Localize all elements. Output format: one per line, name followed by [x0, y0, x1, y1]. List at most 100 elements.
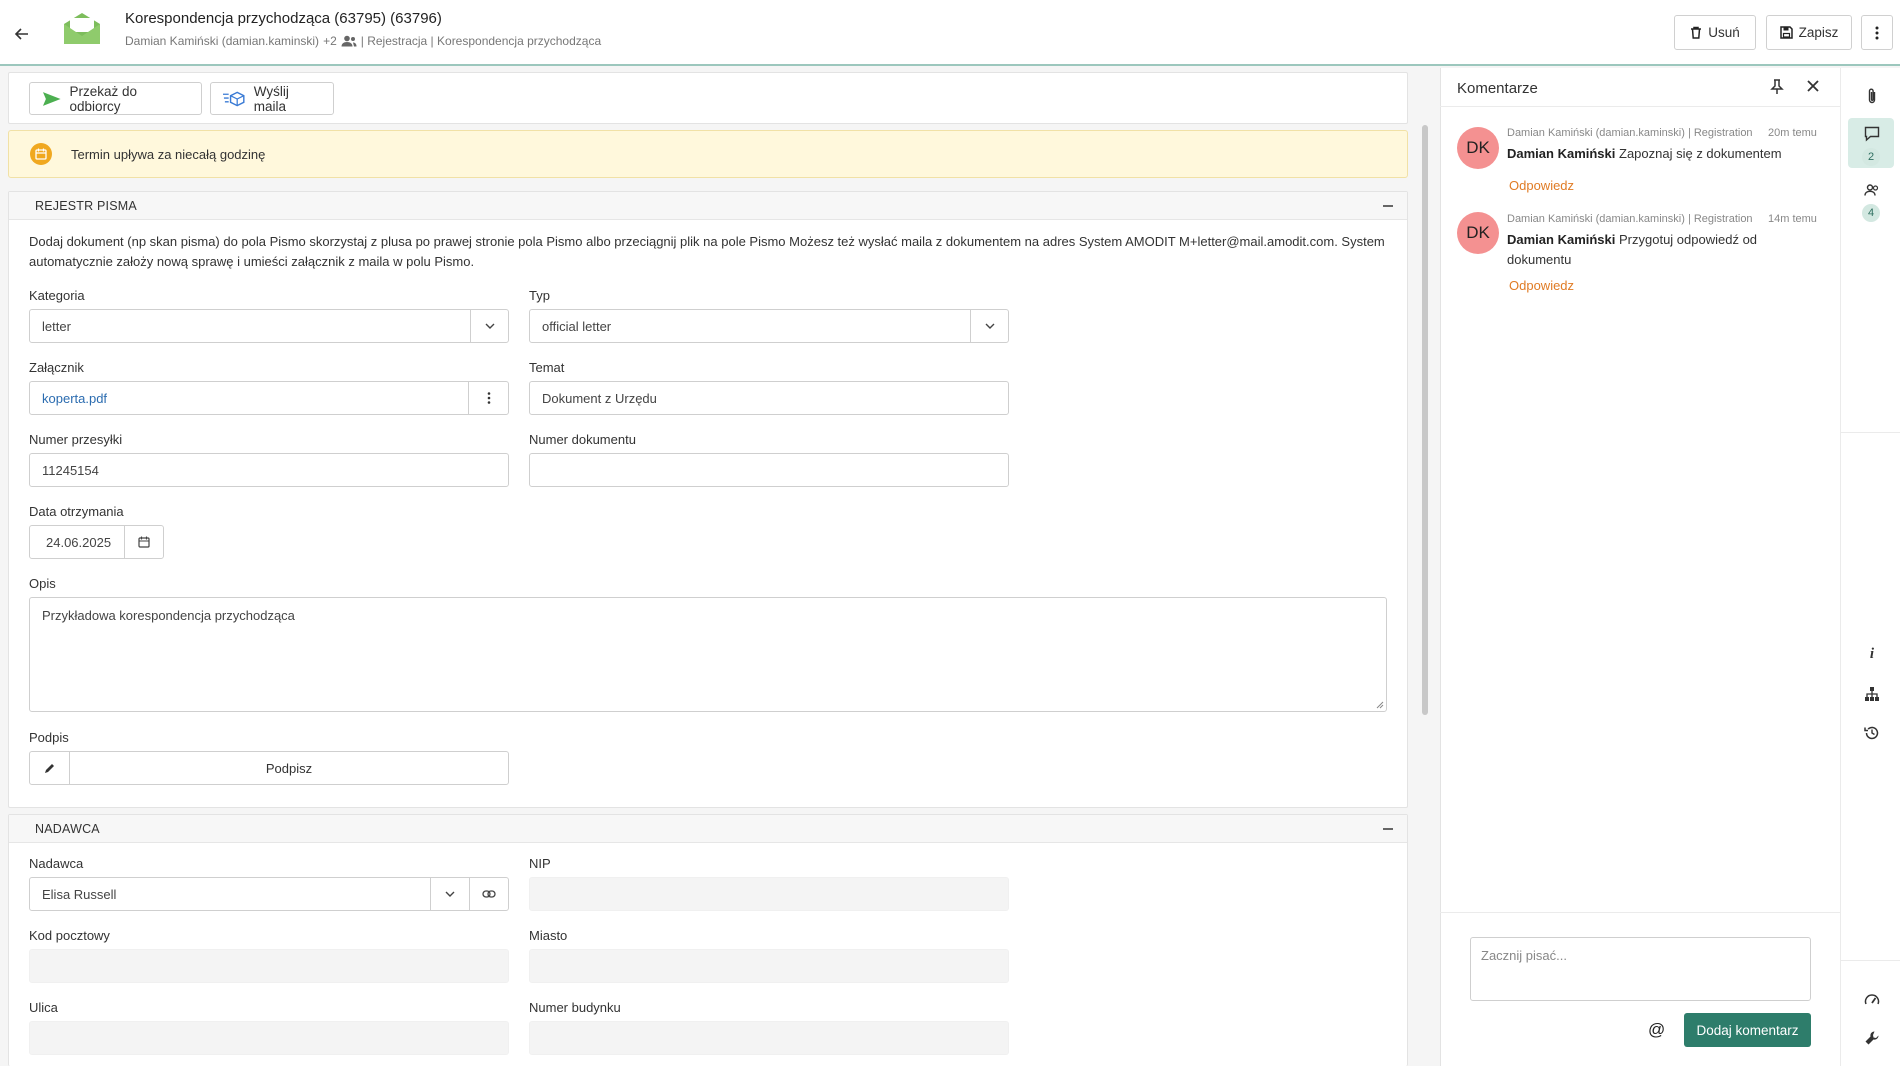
alert-text: Termin upływa za niecałą godzinę — [71, 146, 266, 162]
history-icon — [1864, 726, 1879, 740]
comments-header-divider — [1440, 106, 1840, 107]
document-number-input[interactable] — [529, 453, 1009, 487]
collapse-sender-button[interactable] — [1383, 828, 1393, 830]
breadcrumb: Damian Kamiński (damian.kaminski) +2 | R… — [125, 34, 601, 48]
type-dropdown-toggle[interactable] — [970, 310, 1008, 342]
kebab-menu-icon — [487, 392, 490, 404]
info-tab[interactable]: i — [1858, 640, 1886, 668]
description-textarea[interactable]: Przykładowa korespondencja przychodząca — [29, 597, 1387, 712]
category-select[interactable]: letter — [29, 309, 509, 343]
more-options-button[interactable] — [1861, 15, 1893, 50]
deadline-alert: Termin upływa za niecałą godzinę — [8, 130, 1408, 178]
sender-section: NADAWCA Nadawca Elisa Russell NIP Kod po… — [8, 814, 1408, 1066]
participants-count[interactable]: +2 — [323, 34, 337, 48]
attachment-options-button[interactable] — [468, 382, 508, 414]
subject-input[interactable]: Dokument z Urzędu — [529, 381, 1009, 415]
add-comment-button[interactable]: Dodaj komentarz — [1684, 1013, 1811, 1047]
type-label: Typ — [529, 288, 550, 303]
close-icon — [1807, 80, 1819, 92]
comment-text: Damian Kamiński Przygotuj odpowiedź od d… — [1507, 230, 1807, 270]
category-value: letter — [42, 318, 71, 334]
sender-section-header: NADAWCA — [9, 815, 1407, 843]
calendar-icon — [138, 536, 150, 548]
description-value: Przykładowa korespondencja przychodząca — [42, 608, 295, 623]
send-mail-label: Wyślij maila — [253, 83, 289, 114]
main-scrollbar[interactable] — [1422, 125, 1428, 715]
received-date-label: Data otrzymania — [29, 504, 124, 519]
sender-value: Elisa Russell — [42, 886, 117, 902]
attachment-file-link[interactable]: koperta.pdf — [42, 391, 107, 406]
date-picker-button[interactable] — [124, 526, 163, 558]
save-label: Zapisz — [1798, 25, 1839, 40]
participants-tab[interactable] — [1858, 176, 1886, 204]
building-number-label: Numer budynku — [529, 1000, 621, 1015]
received-date-input[interactable]: 24.06.2025 — [29, 525, 164, 559]
collapse-register-button[interactable] — [1383, 205, 1393, 207]
shipment-number-label: Numer przesyłki — [29, 432, 123, 447]
reply-link[interactable]: Odpowiedz — [1509, 178, 1574, 193]
register-info-text: Dodaj dokument (np skan pisma) do pola P… — [29, 234, 1385, 269]
sender-label: Nadawca — [29, 856, 84, 871]
resize-handle-icon[interactable] — [1376, 701, 1384, 709]
shipment-number-input[interactable]: 11245154 — [29, 453, 509, 487]
sign-button[interactable]: Podpisz — [70, 761, 508, 776]
sender-select[interactable]: Elisa Russell — [29, 877, 509, 911]
pin-icon — [1770, 79, 1784, 94]
chevron-down-icon — [985, 323, 994, 329]
calendar-clock-icon — [30, 143, 52, 165]
tools-tab[interactable] — [1858, 1024, 1886, 1052]
trash-icon — [1691, 26, 1702, 39]
performance-tab[interactable] — [1858, 985, 1886, 1013]
comment-body: Zapoznaj się z dokumentem — [1619, 146, 1782, 161]
signature-label: Podpis — [29, 730, 69, 745]
pencil-icon — [45, 763, 54, 773]
signature-edit-button[interactable] — [30, 752, 70, 784]
history-tab[interactable] — [1858, 719, 1886, 747]
shipment-number-value: 11245154 — [42, 462, 99, 478]
sender-dropdown-toggle[interactable] — [430, 878, 469, 910]
comments-count-badge: 2 — [1862, 148, 1880, 166]
mention-button[interactable]: @ — [1648, 1020, 1665, 1040]
forward-to-recipient-button[interactable]: Przekaż do odbiorcy — [29, 82, 202, 115]
save-button[interactable]: Zapisz — [1766, 15, 1852, 50]
reply-link[interactable]: Odpowiedz — [1509, 278, 1574, 293]
street-label: Ulica — [29, 1000, 58, 1015]
owner-user: Damian Kamiński (damian.kaminski) — [125, 34, 320, 48]
back-button[interactable] — [8, 20, 36, 48]
comment-input[interactable]: Zacznij pisać... — [1470, 937, 1811, 1001]
sender-link-button[interactable] — [469, 878, 508, 910]
pin-button[interactable] — [1770, 79, 1784, 95]
users-icon — [1864, 184, 1879, 196]
send-mail-button[interactable]: Wyślij maila — [210, 82, 334, 115]
delete-button[interactable]: Usuń — [1674, 15, 1756, 50]
chevron-down-icon — [445, 891, 455, 897]
action-toolbar: Przekaż do odbiorcy Wyślij maila — [8, 72, 1408, 124]
description-label: Opis — [29, 576, 56, 591]
comment-author: Damian Kamiński — [1507, 146, 1616, 161]
comment-meta: Damian Kamiński (damian.kaminski) | Regi… — [1507, 127, 1753, 139]
envelope-icon — [62, 12, 102, 46]
attachments-tab[interactable] — [1858, 82, 1886, 110]
sender-section-title: NADAWCA — [35, 821, 100, 836]
wrench-icon — [1865, 1031, 1879, 1045]
category-dropdown-toggle[interactable] — [470, 310, 508, 342]
send-icon — [42, 91, 61, 106]
comment-tab-icon-wrap[interactable] — [1858, 120, 1886, 148]
close-comments-button[interactable] — [1807, 80, 1819, 92]
structure-tab[interactable] — [1858, 680, 1886, 708]
type-select[interactable]: official letter — [529, 309, 1009, 343]
nip-input — [529, 877, 1009, 911]
category-label: Kategoria — [29, 288, 85, 303]
kebab-menu-icon — [1875, 26, 1879, 39]
chevron-down-icon — [485, 323, 494, 329]
subject-value: Dokument z Urzędu — [542, 390, 657, 406]
nip-label: NIP — [529, 856, 551, 871]
attachment-field[interactable]: koperta.pdf — [29, 381, 509, 415]
postal-code-label: Kod pocztowy — [29, 928, 110, 943]
avatar: DK — [1457, 127, 1499, 169]
speedometer-icon — [1864, 994, 1880, 1005]
comments-title: Komentarze — [1457, 80, 1538, 97]
info-icon: i — [1869, 645, 1875, 662]
rail-bottom-divider — [1840, 960, 1900, 961]
comment-text: Damian Kamiński Zapoznaj się z dokumente… — [1507, 144, 1827, 164]
